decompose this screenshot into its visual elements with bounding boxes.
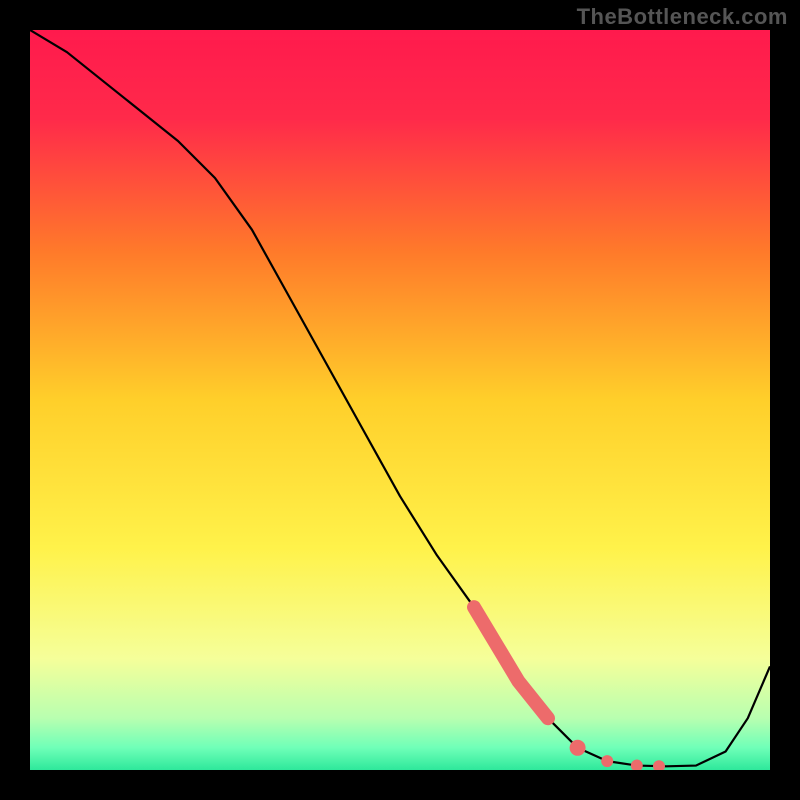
chart-container: TheBottleneck.com bbox=[0, 0, 800, 800]
watermark-text: TheBottleneck.com bbox=[577, 4, 788, 30]
gradient-background bbox=[30, 30, 770, 770]
plot-area bbox=[30, 30, 770, 770]
highlight-point bbox=[570, 740, 586, 756]
chart-svg bbox=[30, 30, 770, 770]
highlight-point bbox=[601, 755, 613, 767]
